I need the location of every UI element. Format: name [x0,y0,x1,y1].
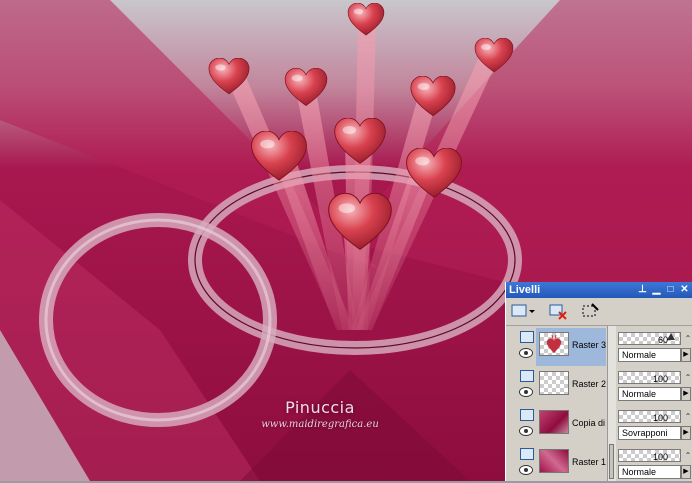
slider-marker-icon[interactable] [667,333,675,340]
layer-type-icon [520,409,534,421]
opacity-slider[interactable]: 100 [618,449,681,462]
dropdown-arrow-icon[interactable]: ▶ [681,348,691,362]
palette-titlebar[interactable]: Livelli ⊥ ▁ □ ✕ [506,282,692,298]
scrollbar-thumb[interactable] [609,444,614,479]
new-raster-layer-icon[interactable] [510,302,535,320]
maximize-icon[interactable]: □ [665,283,676,296]
layers-list: Raster 3 Raster 2 Copia di Raster 1 60 ⌃… [506,326,692,481]
eye-icon[interactable] [519,348,533,358]
layer-props-raster-1: 100 ⌃ Normale ▶ [616,445,692,483]
signature-text: Pinuccia [285,398,355,417]
selection-icon[interactable] [580,302,600,320]
opacity-slider[interactable]: 60 [618,332,681,345]
delete-layer-icon[interactable] [548,302,568,320]
opacity-value: 100 [652,413,668,423]
eye-icon[interactable] [519,465,533,475]
layers-scrollbar[interactable] [607,326,616,481]
palette-toolbar [506,298,692,326]
opacity-value: 100 [652,452,668,462]
opacity-value: 100 [652,374,668,384]
spin-icon[interactable]: ⌃ [683,449,692,462]
blend-mode-select[interactable]: Normale [618,465,681,479]
close-icon[interactable]: ✕ [679,283,690,296]
eye-icon[interactable] [519,387,533,397]
layer-row-copia[interactable]: Copia di [506,406,616,444]
eye-icon[interactable] [519,426,533,436]
layer-name: Raster 1 [572,457,606,467]
layer-name: Raster 3 [572,340,606,350]
layers-palette: Livelli ⊥ ▁ □ ✕ Raster 3 Raster 2 Copia … [505,282,692,481]
layer-props-copia: 100 ⌃ Sovrapponi ▶ [616,406,692,444]
layer-name: Copia di [572,418,606,428]
pin-icon[interactable]: ⊥ [637,283,648,296]
spin-icon[interactable]: ⌃ [683,371,692,384]
layer-type-icon [520,448,534,460]
opacity-slider[interactable]: 100 [618,371,681,384]
blend-mode-select[interactable]: Normale [618,348,681,362]
opacity-value: 60 [657,335,668,345]
layer-type-icon [520,331,534,343]
spin-icon[interactable]: ⌃ [683,410,692,423]
layer-props-raster-3: 60 ⌃ Normale ▶ [616,328,692,366]
layer-props-raster-2: 100 ⌃ Normale ▶ [616,367,692,405]
layer-row-raster-1[interactable]: Raster 1 [506,445,616,483]
blend-mode-select[interactable]: Sovrapponi [618,426,681,440]
layer-thumbnail [539,449,569,473]
layer-thumbnail [539,332,569,356]
minimize-icon[interactable]: ▁ [651,283,662,296]
layer-type-icon [520,370,534,382]
layer-thumbnail [539,371,569,395]
layer-row-raster-2[interactable]: Raster 2 [506,367,616,405]
blend-mode-select[interactable]: Normale [618,387,681,401]
layer-row-raster-3[interactable]: Raster 3 [506,328,616,366]
spin-icon[interactable]: ⌃ [683,332,692,345]
palette-title: Livelli [509,284,541,296]
opacity-slider[interactable]: 100 [618,410,681,423]
layer-name: Raster 2 [572,379,606,389]
layer-thumbnail [539,410,569,434]
dropdown-arrow-icon[interactable]: ▶ [681,426,691,440]
dropdown-arrow-icon[interactable]: ▶ [681,387,691,401]
dropdown-arrow-icon[interactable]: ▶ [681,465,691,479]
website-text: www.maidiregrafica.eu [261,419,379,430]
